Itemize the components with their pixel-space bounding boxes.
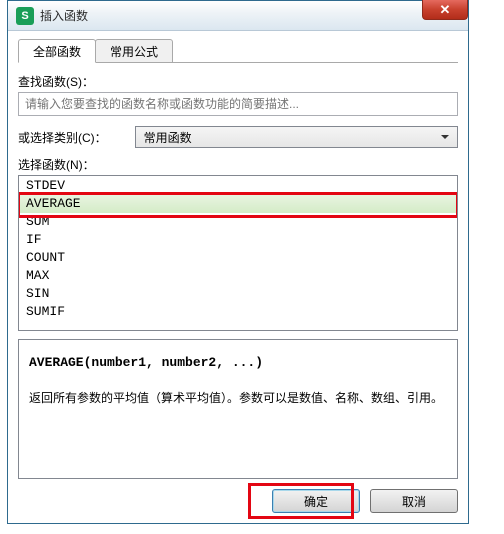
search-label: 查找函数(S)： <box>18 73 458 90</box>
cancel-button[interactable]: 取消 <box>370 489 458 513</box>
function-syntax: AVERAGE(number1, number2, ...) <box>29 352 447 374</box>
dialog-content: 全部函数 常用公式 查找函数(S)： 或选择类别(C)： 常用函数 选择函数(N… <box>8 31 468 523</box>
search-input[interactable] <box>18 92 458 116</box>
titlebar: S 插入函数 ✕ <box>8 1 468 31</box>
list-item[interactable]: SUM <box>20 213 456 231</box>
function-listbox[interactable]: STDEVAVERAGESUMIFCOUNTMAXSINSUMIF <box>18 175 458 331</box>
category-select[interactable]: 常用函数 <box>135 126 458 148</box>
list-item[interactable]: IF <box>20 231 456 249</box>
function-description-box: AVERAGE(number1, number2, ...) 返回所有参数的平均… <box>18 339 458 479</box>
close-button[interactable]: ✕ <box>422 0 468 20</box>
chevron-down-icon <box>441 135 449 139</box>
list-item[interactable]: COUNT <box>20 249 456 267</box>
list-item[interactable]: MAX <box>20 267 456 285</box>
category-label: 或选择类别(C)： <box>18 129 107 146</box>
category-value: 常用函数 <box>144 129 441 146</box>
button-row: 确定 取消 <box>18 489 458 513</box>
tab-label: 全部函数 <box>33 45 81 59</box>
ok-button-label: 确定 <box>304 493 328 510</box>
cancel-button-label: 取消 <box>402 493 426 510</box>
list-item[interactable]: SIN <box>20 285 456 303</box>
list-item[interactable]: SUMIF <box>20 303 456 321</box>
list-item[interactable]: AVERAGE <box>20 195 456 213</box>
window-title: 插入函数 <box>40 7 88 24</box>
tab-bar: 全部函数 常用公式 <box>18 39 458 63</box>
tab-all-functions[interactable]: 全部函数 <box>18 39 96 63</box>
function-list-label: 选择函数(N)： <box>18 156 458 173</box>
tab-label: 常用公式 <box>110 45 158 59</box>
tab-common-formulas[interactable]: 常用公式 <box>95 39 173 63</box>
list-item[interactable]: STDEV <box>20 177 456 195</box>
ok-button[interactable]: 确定 <box>272 489 360 513</box>
insert-function-dialog: S 插入函数 ✕ 全部函数 常用公式 查找函数(S)： 或选择类别(C)： 常用… <box>7 0 469 524</box>
close-icon: ✕ <box>440 2 451 18</box>
function-description: 返回所有参数的平均值（算术平均值）。参数可以是数值、名称、数组、引用。 <box>29 388 447 408</box>
app-icon: S <box>16 7 34 25</box>
